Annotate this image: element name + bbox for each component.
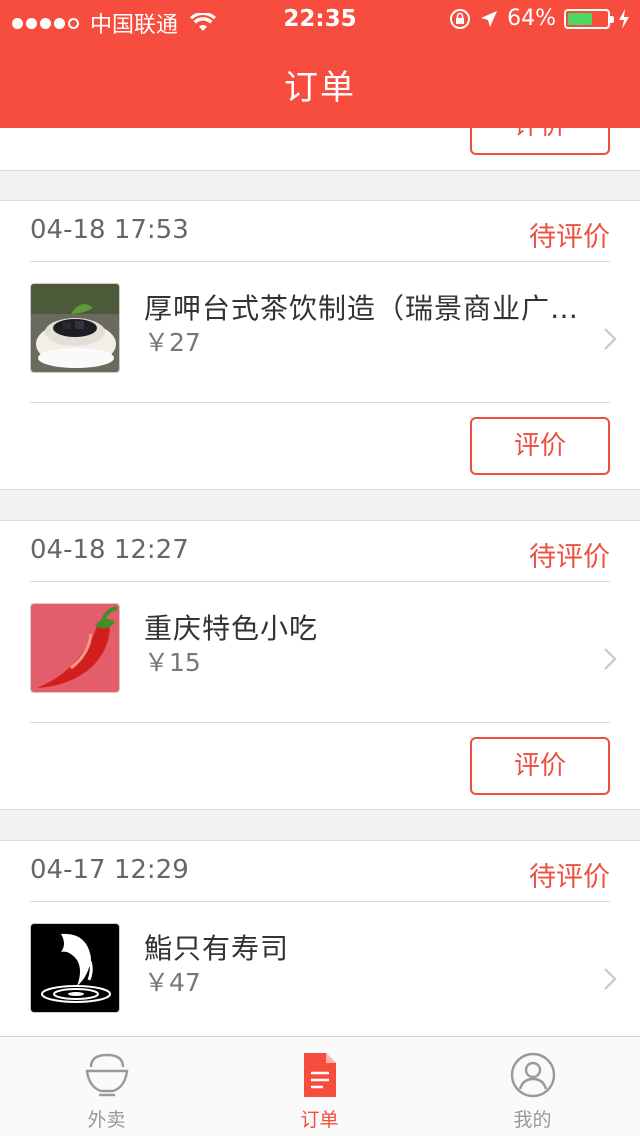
order-price: ￥47: [144, 968, 201, 997]
order-date: 04-18 17:53: [30, 215, 189, 245]
red-chili-image: [30, 603, 120, 693]
divider: [30, 901, 610, 902]
order-date: 04-17 12:29: [30, 855, 189, 885]
navigation-header: 中国联通 22:35 64% 订单: [0, 0, 640, 128]
page-title: 订单: [284, 68, 356, 108]
chevron-right-icon[interactable]: [602, 327, 618, 351]
rate-button[interactable]: 评价: [470, 417, 610, 475]
order-card[interactable]: 04-17 12:29 待评价 鮨只有寿司 ￥47: [0, 840, 640, 1040]
tab-label: 外卖: [87, 1109, 126, 1131]
tab-profile[interactable]: 我的: [426, 1037, 639, 1136]
tab-orders[interactable]: 订单: [213, 1037, 426, 1136]
tab-label: 订单: [300, 1109, 339, 1131]
order-price: ￥27: [144, 328, 201, 357]
koi-fish-logo: [30, 923, 120, 1013]
tab-label: 我的: [513, 1109, 552, 1131]
order-status: 待评价: [529, 862, 610, 893]
order-status: 待评价: [529, 542, 610, 573]
battery-icon: [564, 8, 614, 29]
rotation-lock-icon: [450, 8, 471, 29]
chevron-right-icon[interactable]: [602, 967, 618, 991]
order-date: 04-18 12:27: [30, 535, 189, 565]
order-document-icon: [304, 1053, 336, 1097]
status-bar: 中国联通 22:35 64%: [0, 0, 640, 40]
shop-name: 鮨只有寿司: [144, 932, 290, 965]
grass-jelly-tea-image: [30, 283, 120, 373]
battery-percent: 64%: [507, 6, 556, 31]
divider: [30, 261, 610, 262]
divider: [30, 722, 610, 723]
chevron-right-icon[interactable]: [602, 647, 618, 671]
status-right: 64%: [449, 6, 630, 31]
divider: [30, 581, 610, 582]
shop-name: 厚呷台式茶饮制造（瑞景商业广场店）: [144, 292, 604, 325]
charging-bolt-icon: [619, 8, 629, 29]
order-price: ￥15: [144, 648, 201, 677]
rate-button[interactable]: 评价: [470, 737, 610, 795]
battery-level: [568, 12, 592, 25]
shop-name: 重庆特色小吃: [144, 612, 319, 645]
user-profile-icon: [510, 1052, 556, 1098]
location-arrow-icon: [481, 10, 498, 27]
order-status: 待评价: [529, 222, 610, 253]
battery-tip: [610, 15, 614, 23]
divider: [30, 402, 610, 403]
tab-takeout[interactable]: 外卖: [0, 1037, 213, 1136]
order-card[interactable]: 04-18 12:27 待评价 重庆特色小吃 ￥15 评价: [0, 520, 640, 810]
rice-bowl-icon: [85, 1053, 129, 1097]
tab-bar: 外卖 订单 我的: [0, 1036, 640, 1136]
order-card[interactable]: 04-18 17:53 待评价 厚呷台式茶饮制造（瑞景商业广场店） ￥27 评价: [0, 200, 640, 490]
